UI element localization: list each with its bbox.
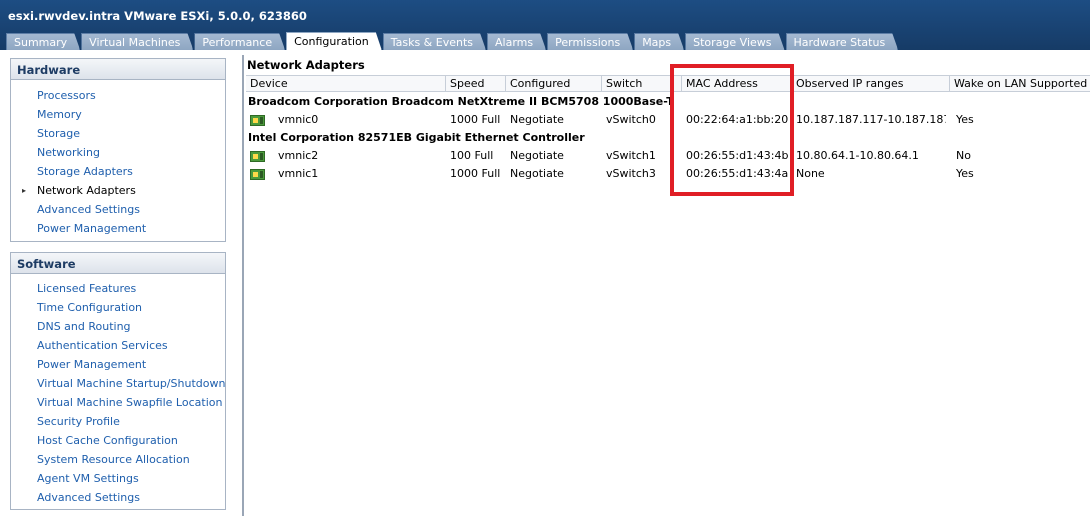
- tab-bar: Summary Virtual Machines Performance Con…: [6, 32, 899, 50]
- column-header-device[interactable]: Device: [246, 76, 446, 92]
- cell-observed-ip-ranges: 10.80.64.1-10.80.64.1: [796, 149, 919, 162]
- hardware-section: Hardware Processors Memory Storage Netwo…: [10, 58, 226, 242]
- tab-storage-views[interactable]: Storage Views: [685, 33, 784, 50]
- table-header: Device Speed Configured Switch MAC Addre…: [246, 75, 1090, 92]
- cell-device: vmnic0: [278, 113, 319, 126]
- tab-configuration[interactable]: Configuration: [286, 32, 382, 50]
- cell-wake-on-lan: Yes: [956, 113, 974, 126]
- cell-speed: 100 Full: [450, 149, 494, 162]
- adapter-group-title: Broadcom Corporation Broadcom NetXtreme …: [248, 95, 674, 108]
- hardware-link-storage[interactable]: Storage: [11, 124, 225, 143]
- tab-summary[interactable]: Summary: [6, 33, 80, 50]
- cell-switch: vSwitch1: [606, 149, 656, 162]
- cell-wake-on-lan: No: [956, 149, 971, 162]
- hardware-link-network-adapters[interactable]: ▸ Network Adapters: [11, 181, 225, 200]
- cell-switch: vSwitch0: [606, 113, 656, 126]
- software-link-power-management[interactable]: Power Management: [11, 355, 225, 374]
- cell-device: vmnic1: [278, 167, 319, 180]
- network-adapter-icon: [250, 169, 265, 180]
- table-row[interactable]: vmnic2 100 Full Negotiate vSwitch1 00:26…: [246, 147, 1090, 165]
- software-link-advanced-settings[interactable]: Advanced Settings: [11, 488, 225, 507]
- hardware-link-advanced-settings[interactable]: Advanced Settings: [11, 200, 225, 219]
- tab-performance[interactable]: Performance: [194, 33, 285, 50]
- software-link-host-cache-configuration[interactable]: Host Cache Configuration: [11, 431, 225, 450]
- table-row[interactable]: vmnic1 1000 Full Negotiate vSwitch3 00:2…: [246, 165, 1090, 183]
- cell-observed-ip-ranges: None: [796, 167, 825, 180]
- cell-wake-on-lan: Yes: [956, 167, 974, 180]
- hardware-link-processors[interactable]: Processors: [11, 86, 225, 105]
- tab-maps[interactable]: Maps: [634, 33, 684, 50]
- column-header-wake-on-lan[interactable]: Wake on LAN Supported: [950, 76, 1090, 92]
- software-link-authentication-services[interactable]: Authentication Services: [11, 336, 225, 355]
- tab-alarms[interactable]: Alarms: [487, 33, 546, 50]
- adapter-group-title: Intel Corporation 82571EB Gigabit Ethern…: [248, 131, 585, 144]
- cell-device: vmnic2: [278, 149, 319, 162]
- cell-configured: Negotiate: [510, 167, 564, 180]
- software-link-vm-swapfile-location[interactable]: Virtual Machine Swapfile Location: [11, 393, 225, 412]
- software-link-time-configuration[interactable]: Time Configuration: [11, 298, 225, 317]
- tab-permissions[interactable]: Permissions: [547, 33, 633, 50]
- column-header-observed-ip-ranges[interactable]: Observed IP ranges: [792, 76, 950, 92]
- column-header-speed[interactable]: Speed: [446, 76, 506, 92]
- software-link-agent-vm-settings[interactable]: Agent VM Settings: [11, 469, 225, 488]
- page-title: Network Adapters: [247, 58, 365, 72]
- software-link-system-resource-allocation[interactable]: System Resource Allocation: [11, 450, 225, 469]
- left-navigation-panel: Hardware Processors Memory Storage Netwo…: [10, 58, 226, 516]
- tab-virtual-machines[interactable]: Virtual Machines: [81, 33, 193, 50]
- bullet-arrow-icon: ▸: [22, 186, 27, 195]
- mac-address-highlight-box: [670, 64, 794, 196]
- cell-observed-ip-ranges: 10.187.187.117-10.187.187...: [796, 113, 946, 126]
- network-adapters-panel: Network Adapters Device Speed Configured…: [246, 58, 1090, 516]
- software-section-header: Software: [11, 253, 225, 274]
- network-adapter-icon: [250, 151, 265, 162]
- title-bar: esxi.rwvdev.intra VMware ESXi, 5.0.0, 62…: [0, 0, 1090, 50]
- panel-divider[interactable]: [242, 55, 244, 516]
- cell-configured: Negotiate: [510, 149, 564, 162]
- software-section: Software Licensed Features Time Configur…: [10, 252, 226, 510]
- hardware-section-header: Hardware: [11, 59, 225, 80]
- tab-tasks-events[interactable]: Tasks & Events: [383, 33, 486, 50]
- hardware-link-networking[interactable]: Networking: [11, 143, 225, 162]
- software-link-dns-routing[interactable]: DNS and Routing: [11, 317, 225, 336]
- hardware-link-memory[interactable]: Memory: [11, 105, 225, 124]
- table-row[interactable]: vmnic0 1000 Full Negotiate vSwitch0 00:2…: [246, 111, 1090, 129]
- hardware-link-storage-adapters[interactable]: Storage Adapters: [11, 162, 225, 181]
- cell-configured: Negotiate: [510, 113, 564, 126]
- software-link-vm-startup-shutdown[interactable]: Virtual Machine Startup/Shutdown: [11, 374, 225, 393]
- network-adapter-icon: [250, 115, 265, 126]
- cell-speed: 1000 Full: [450, 113, 501, 126]
- tab-hardware-status[interactable]: Hardware Status: [786, 33, 899, 50]
- software-link-security-profile[interactable]: Security Profile: [11, 412, 225, 431]
- cell-speed: 1000 Full: [450, 167, 501, 180]
- column-header-configured[interactable]: Configured: [506, 76, 602, 92]
- software-link-licensed-features[interactable]: Licensed Features: [11, 279, 225, 298]
- hardware-link-power-management[interactable]: Power Management: [11, 219, 225, 238]
- window-title: esxi.rwvdev.intra VMware ESXi, 5.0.0, 62…: [8, 9, 307, 23]
- cell-switch: vSwitch3: [606, 167, 656, 180]
- hardware-link-network-adapters-label: Network Adapters: [37, 184, 136, 197]
